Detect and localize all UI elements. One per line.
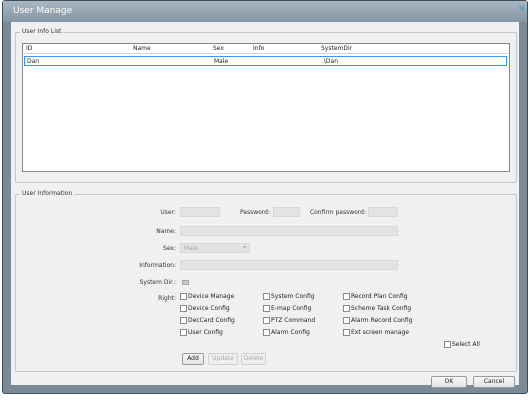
password-label: Password: xyxy=(239,209,270,216)
right-label: Right: xyxy=(158,295,176,302)
rights-alarm-record-config[interactable]: Alarm Record Config xyxy=(343,317,412,326)
ok-button[interactable]: OK xyxy=(431,376,467,388)
rights-alarm-config[interactable]: Alarm Config xyxy=(263,329,310,338)
window-title: User Manage xyxy=(13,6,73,16)
sex-label: Sex: xyxy=(163,245,176,252)
user-input[interactable] xyxy=(180,207,220,217)
checkbox[interactable] xyxy=(180,305,187,312)
user-label: User: xyxy=(160,209,176,216)
cell-sex: Male xyxy=(214,58,229,65)
title-bar[interactable]: User Manage ✕ xyxy=(3,1,527,22)
checkbox[interactable] xyxy=(343,317,350,324)
cell-id: Dan xyxy=(27,58,40,65)
checkbox[interactable] xyxy=(343,293,350,300)
checkbox[interactable] xyxy=(263,329,270,336)
user-list[interactable]: ID Name Sex Info SystemDir Dan Male .\Da… xyxy=(22,43,510,172)
sex-select[interactable]: Male ▾ xyxy=(180,243,250,253)
table-row[interactable]: Dan Male .\Dan xyxy=(24,56,507,66)
column-header-systemdir[interactable]: SystemDir xyxy=(321,45,352,52)
checkbox[interactable] xyxy=(180,293,187,300)
folder-icon[interactable] xyxy=(182,280,189,285)
cancel-button[interactable]: Cancel xyxy=(473,376,515,388)
update-button[interactable]: Update xyxy=(208,353,238,365)
checkbox[interactable] xyxy=(180,317,187,324)
rights-emap-config[interactable]: E-map Config xyxy=(263,305,311,314)
column-header-name[interactable]: Name xyxy=(133,45,151,52)
dialog-body: User Info List ID Name Sex Info SystemDi… xyxy=(11,22,519,388)
rights-ptz-command[interactable]: PTZ Command xyxy=(263,317,315,326)
user-information-group: User Information User: Password: Confirm… xyxy=(15,190,517,372)
user-manage-window: User Manage ✕ User Info List ID Name Sex… xyxy=(2,0,528,394)
user-info-list-group: User Info List ID Name Sex Info SystemDi… xyxy=(15,28,517,183)
user-info-list-label: User Info List xyxy=(20,28,64,35)
rights-scheme-task-config[interactable]: Scheme Task Config xyxy=(343,305,411,314)
checkbox[interactable] xyxy=(263,317,270,324)
column-header-sex[interactable]: Sex xyxy=(213,45,224,52)
password-input[interactable] xyxy=(273,207,300,217)
rights-record-plan-config[interactable]: Record Plan Config xyxy=(343,293,408,302)
checkbox[interactable] xyxy=(444,341,451,348)
cell-systemdir: .\Dan xyxy=(322,58,339,65)
add-button[interactable]: Add xyxy=(182,353,204,365)
close-icon[interactable]: ✕ xyxy=(518,4,526,15)
confirm-password-label: Confirm password: xyxy=(309,209,366,216)
column-header-info[interactable]: Info xyxy=(253,45,264,52)
select-all-checkbox[interactable]: Select All xyxy=(444,341,480,350)
checkbox[interactable] xyxy=(263,293,270,300)
information-input[interactable] xyxy=(180,260,398,270)
delete-button[interactable]: Delete xyxy=(241,353,266,365)
checkbox[interactable] xyxy=(343,305,350,312)
column-header-id[interactable]: ID xyxy=(26,45,32,52)
checkbox[interactable] xyxy=(263,305,270,312)
rights-device-manage[interactable]: Device Manage xyxy=(180,293,234,302)
checkbox[interactable] xyxy=(343,329,350,336)
rights-user-config[interactable]: User Config xyxy=(180,329,223,338)
checkbox[interactable] xyxy=(180,329,187,336)
rights-system-config[interactable]: System Config xyxy=(263,293,315,302)
user-information-label: User Information xyxy=(20,190,75,197)
user-list-header: ID Name Sex Info SystemDir xyxy=(23,44,509,54)
name-label: Name: xyxy=(156,228,176,235)
confirm-password-input[interactable] xyxy=(368,207,398,217)
rights-device-config[interactable]: Device Config xyxy=(180,305,230,314)
rights-ext-screen-manage[interactable]: Ext screen manage xyxy=(343,329,409,338)
system-dir-label: System Dir.: xyxy=(139,279,176,286)
rights-deccard-config[interactable]: DecCard Config xyxy=(180,317,235,326)
name-input[interactable] xyxy=(180,226,398,236)
chevron-down-icon: ▾ xyxy=(242,244,246,251)
information-label: Information: xyxy=(139,262,176,269)
